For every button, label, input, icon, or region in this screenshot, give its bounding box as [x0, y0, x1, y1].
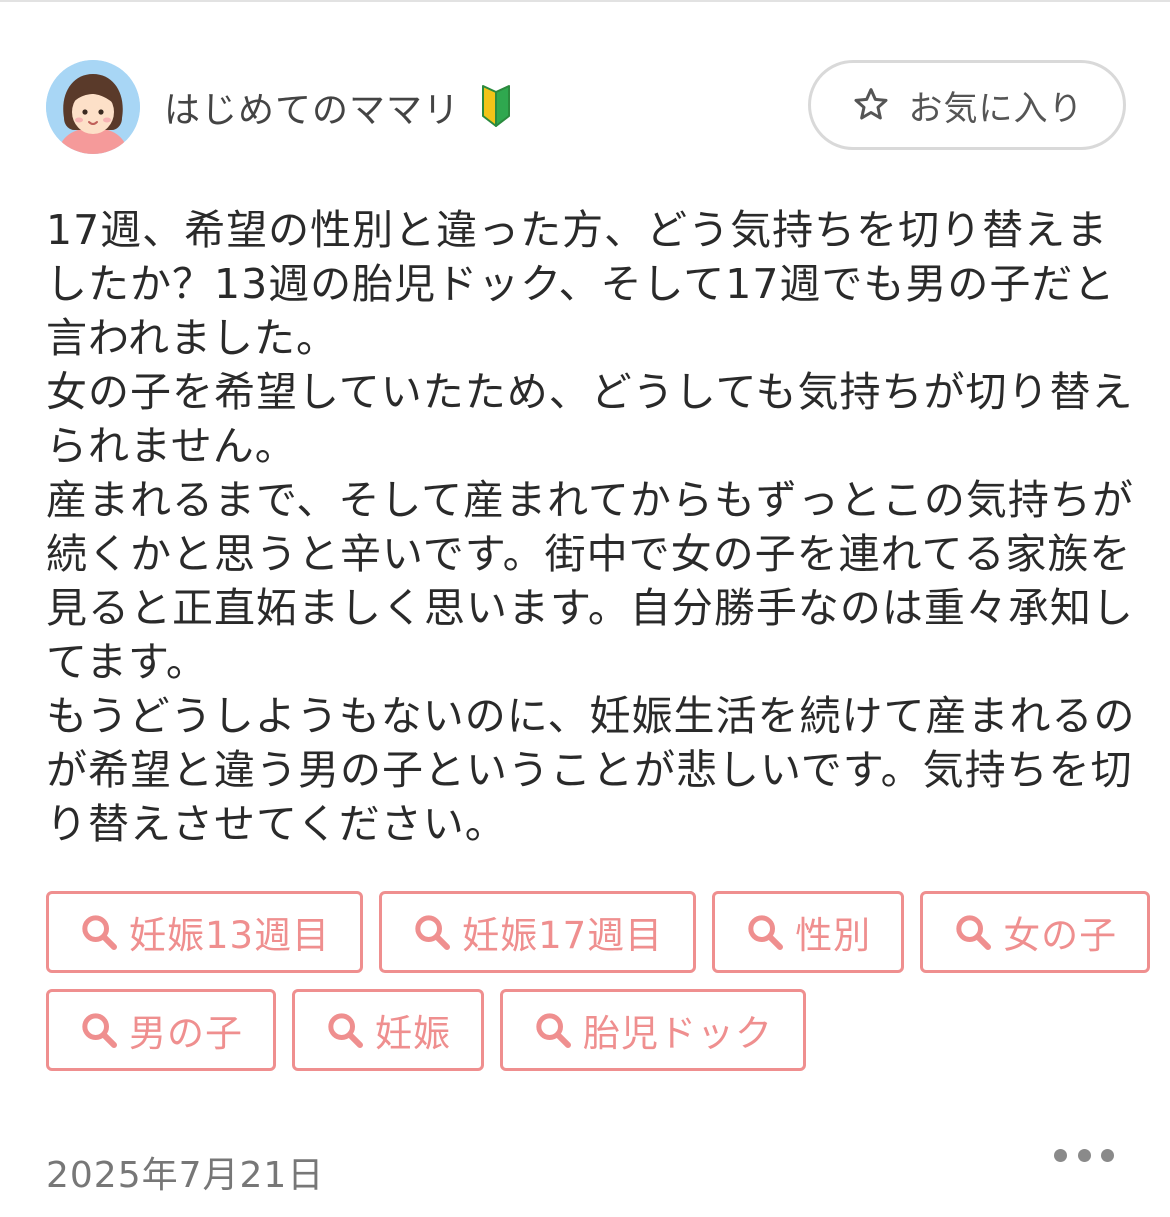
dot	[1077, 1148, 1091, 1162]
dot	[1101, 1148, 1114, 1162]
post-paragraph: もうどうしようもないのに、妊娠生活を続けて産まれるのが希望と違う男の子ということ…	[46, 692, 1136, 848]
tag-label: 性別	[795, 914, 872, 957]
tag-pregnancy-17-weeks[interactable]: 妊娠17週目	[379, 891, 697, 973]
post-paragraph: 女の子を希望していたため、どうしても気持ちが切り替えられません。	[46, 368, 1134, 470]
search-icon	[415, 915, 451, 950]
post-paragraph: 17週、希望の性別と違った方、どう気持ちを切り替えましたか？13週の胎児ドック、…	[46, 206, 1116, 362]
tag-label: 妊娠	[375, 1012, 451, 1055]
avatar-illustration	[46, 60, 140, 154]
tag-label: 胎児ドック	[583, 1012, 773, 1055]
favorite-label: お気に入り	[908, 88, 1084, 129]
tag-list: 妊娠13週目 妊娠17週目 性別 女の子 男の子 妊娠 胎児ドック	[46, 891, 1151, 1087]
tag-label: 妊娠13週目	[129, 914, 331, 957]
tag-label: 男の子	[129, 1012, 243, 1055]
tag-girl[interactable]: 女の子	[920, 891, 1151, 973]
tag-label: 女の子	[1003, 914, 1118, 957]
post-header: はじめてのママリ お気に入り	[46, 60, 1126, 156]
top-divider	[0, 0, 1170, 2]
search-icon	[748, 915, 784, 950]
favorite-button[interactable]: お気に入り	[808, 60, 1126, 150]
tag-gender[interactable]: 性別	[712, 891, 905, 973]
post-date: 2025年7月21日	[46, 1155, 325, 1196]
dot	[1054, 1148, 1067, 1162]
tag-label: 妊娠17週目	[462, 914, 664, 957]
author-name: はじめてのママリ	[164, 90, 461, 131]
search-icon	[956, 915, 992, 950]
tag-pregnancy-13-weeks[interactable]: 妊娠13週目	[46, 891, 364, 973]
tag-boy[interactable]: 男の子	[46, 989, 276, 1071]
tag-row: 男の子 妊娠 胎児ドック	[46, 989, 1126, 1071]
tag-pregnancy[interactable]: 妊娠	[292, 989, 484, 1071]
search-icon	[82, 1013, 117, 1048]
search-icon	[328, 1013, 363, 1048]
post-body: 17週、希望の性別と違った方、どう気持ちを切り替えましたか？13週の胎児ドック、…	[46, 203, 1136, 851]
search-icon	[82, 915, 117, 950]
search-icon	[536, 1013, 571, 1048]
tag-fetal-dock[interactable]: 胎児ドック	[500, 989, 806, 1071]
beginner-mark-icon	[482, 85, 511, 127]
more-dots-icon[interactable]	[1054, 1140, 1114, 1170]
avatar[interactable]	[46, 60, 140, 154]
tag-row: 妊娠13週目 妊娠17週目 性別 女の子	[46, 891, 1151, 973]
star-outline-icon	[854, 88, 887, 120]
author-name-row[interactable]: はじめてのママリ	[164, 84, 512, 135]
post-paragraph: 産まれるまで、そして産まれてからもずっとこの気持ちが続くかと思うと辛いです。街中…	[46, 476, 1134, 686]
